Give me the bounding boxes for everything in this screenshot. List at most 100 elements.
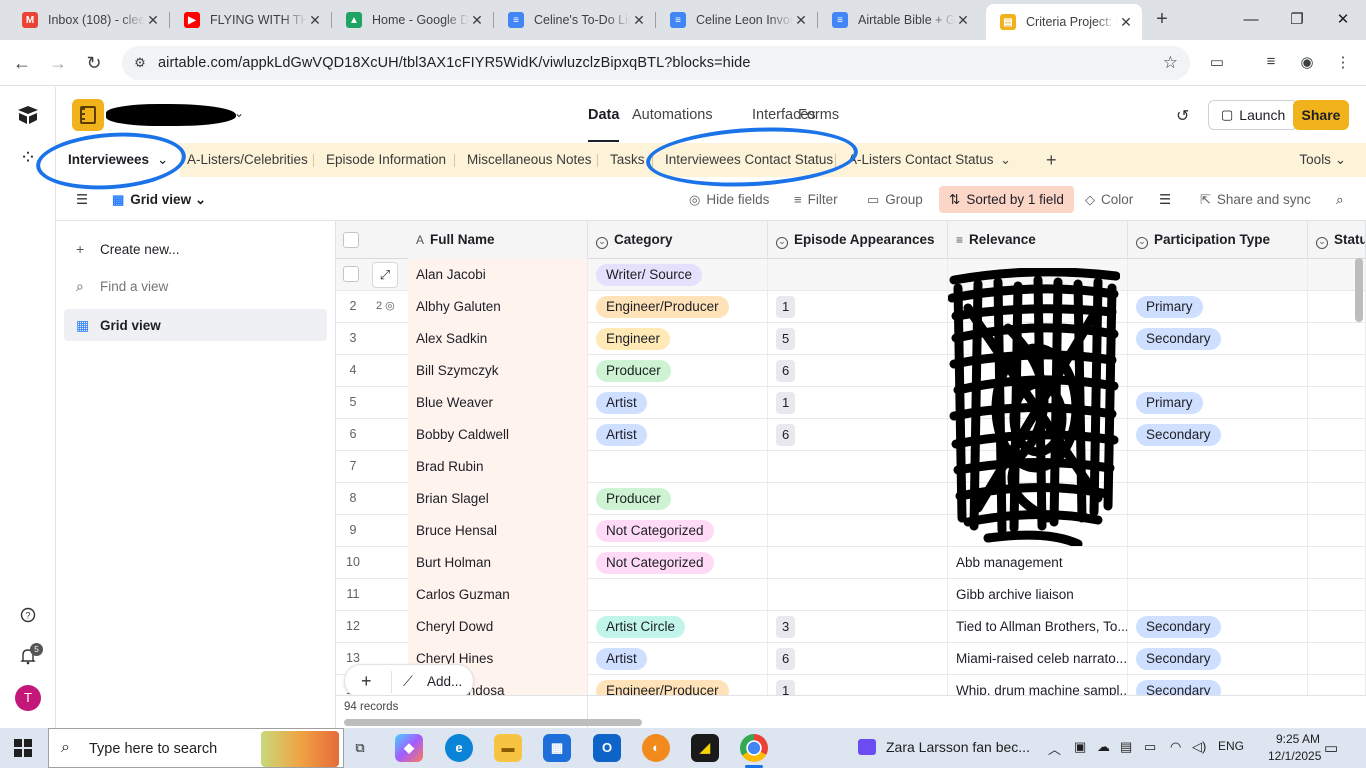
nav-automations[interactable]: Automations (632, 107, 713, 123)
full-name-cell[interactable]: Alan Jacobi (408, 259, 588, 291)
column-header[interactable]: ⌄ Status (1308, 221, 1366, 259)
filter-button[interactable]: ≡ Filter (794, 188, 838, 212)
notification-center-icon[interactable]: ▭ (1324, 739, 1338, 757)
home-icon[interactable] (16, 105, 40, 129)
select-all-checkbox[interactable] (336, 221, 408, 259)
status-cell[interactable] (1308, 387, 1366, 419)
full-name-cell[interactable]: Bruce Hensal (408, 515, 588, 547)
add-record-bar[interactable]: + ⟋ Add... (344, 664, 474, 698)
participation-type-cell[interactable] (1128, 515, 1308, 547)
participation-type-cell[interactable] (1128, 259, 1308, 291)
table-row[interactable]: 12 Cheryl Dowd Artist Circle 3 Tied to Allma… (336, 611, 1366, 643)
cast-icon[interactable]: ▭ (1206, 53, 1228, 75)
table-row[interactable]: 11 Carlos Guzman Gibb archive liaison (336, 579, 1366, 611)
episode-appearances-cell[interactable]: 1 (768, 387, 948, 419)
base-film-icon[interactable] (72, 99, 104, 131)
participation-type-cell[interactable] (1128, 451, 1308, 483)
wifi-icon[interactable]: ◠ (1170, 739, 1181, 755)
relevance-cell[interactable]: Whip, drum machine sampl... (948, 675, 1128, 695)
episode-appearances-cell[interactable] (768, 515, 948, 547)
system-clock[interactable]: 9:25 AM 12/1/2025 (1268, 731, 1321, 765)
onedrive-icon[interactable]: ☁ (1097, 739, 1110, 755)
table-row[interactable]: 3 Alex Sadkin Engineer 5 Secondary (336, 323, 1366, 355)
tray-chevron-up-icon[interactable]: ︿ (1048, 739, 1061, 758)
category-cell[interactable]: Producer (588, 483, 768, 515)
sidebar-toggle-icon[interactable]: ☰ (76, 188, 88, 212)
full-name-cell[interactable]: Carlos Guzman (408, 579, 588, 611)
browser-tab[interactable]: ▶ FLYING WITH THE✕ (170, 0, 331, 40)
address-bar[interactable]: ⚙ airtable.com/appkLdGwVQD18XcUH/tbl3AX1… (122, 46, 1190, 80)
full-name-cell[interactable]: Cheryl Dowd (408, 611, 588, 643)
back-icon[interactable]: ← (10, 51, 34, 75)
table-row[interactable]: 9 Bruce Hensal Not Categorized (336, 515, 1366, 547)
bookmark-star-icon[interactable]: ☆ (1163, 53, 1178, 73)
status-cell[interactable] (1308, 515, 1366, 547)
episode-appearances-cell[interactable] (768, 451, 948, 483)
nav-forms[interactable]: Forms (798, 107, 839, 123)
store-icon[interactable]: ▦ (543, 734, 571, 762)
color-button[interactable]: ◇ Color (1085, 188, 1133, 212)
category-cell[interactable]: Artist (588, 387, 768, 419)
relevance-cell[interactable]: Gibb archive liaison (948, 579, 1128, 611)
group-button[interactable]: ▭ Group (867, 188, 923, 212)
full-name-cell[interactable]: Bill Szymczyk (408, 355, 588, 387)
status-cell[interactable] (1308, 451, 1366, 483)
tray-app-icon[interactable]: ▣ (1074, 739, 1086, 755)
new-tab-button[interactable]: + (1150, 8, 1174, 32)
full-name-cell[interactable]: Bobby Caldwell (408, 419, 588, 451)
tray-screen-icon[interactable]: ▤ (1120, 739, 1132, 755)
category-cell[interactable]: Artist (588, 419, 768, 451)
table-row[interactable]: 13 Cheryl Hines Artist 6 Miami-raised celeb … (336, 643, 1366, 675)
status-cell[interactable] (1308, 323, 1366, 355)
table-row[interactable]: 7 Brad Rubin (336, 451, 1366, 483)
participation-type-cell[interactable]: Primary (1128, 291, 1308, 323)
table-row[interactable]: 8 Brian Slagel Producer (336, 483, 1366, 515)
table-row[interactable]: 14Chris PandosaEngineer/Producer1Whip, d… (336, 675, 1366, 695)
full-name-cell[interactable]: Albhy Galuten (408, 291, 588, 323)
nav-data[interactable]: Data (588, 107, 620, 142)
participation-type-cell[interactable]: Primary (1128, 387, 1308, 419)
expand-record-icon[interactable]: ⤢ (372, 262, 398, 288)
vertical-scrollbar[interactable] (1355, 258, 1363, 322)
column-header[interactable]: ⌄ Category (588, 221, 768, 259)
window-close-icon[interactable]: ✕ (1320, 0, 1366, 40)
status-cell[interactable] (1308, 547, 1366, 579)
launch-button[interactable]: ▢ Launch (1208, 100, 1299, 130)
category-cell[interactable]: Engineer/Producer (588, 675, 768, 695)
tools-menu[interactable]: Tools ⌄ (1299, 143, 1346, 177)
category-cell[interactable]: Producer (588, 355, 768, 387)
participation-type-cell[interactable] (1128, 355, 1308, 387)
share-sync-button[interactable]: ⇱ Share and sync (1200, 188, 1311, 212)
profile-icon[interactable]: ◉ (1296, 53, 1318, 75)
relevance-cell[interactable]: Abb management (948, 547, 1128, 579)
browser-tab[interactable]: ▲ Home - Google Drive✕ (332, 0, 493, 40)
table-row[interactable]: 2 2 ◎ Albhy Galuten Engineer/Producer 1 Prima… (336, 291, 1366, 323)
media-control-icon[interactable]: ≡ (1260, 53, 1282, 75)
table-row[interactable]: ⤢ Alan Jacobi Writer/ Source (336, 259, 1366, 291)
table-tab[interactable]: A-Listers/Celebrities (187, 143, 308, 177)
table-tab[interactable]: Miscellaneous Notes (467, 143, 592, 177)
sort-button[interactable]: ⇅ Sorted by 1 field (939, 186, 1074, 213)
menu-kebab-icon[interactable]: ⋮ (1332, 53, 1354, 75)
view-switcher[interactable]: ▦ Grid view ⌄ (112, 188, 206, 212)
episode-appearances-cell[interactable]: 6 (768, 643, 948, 675)
episode-appearances-cell[interactable]: 6 (768, 419, 948, 451)
table-tab[interactable]: Tasks (610, 143, 645, 177)
episode-appearances-cell[interactable]: 1 (768, 291, 948, 323)
category-cell[interactable]: Writer/ Source (588, 259, 768, 291)
language-indicator[interactable]: ENG (1218, 739, 1244, 753)
copilot-icon[interactable]: ◆ (395, 734, 423, 762)
table-tab[interactable]: Episode Information (326, 143, 446, 177)
category-cell[interactable]: Engineer (588, 323, 768, 355)
close-tab-icon[interactable]: ✕ (631, 12, 647, 29)
outlook-icon[interactable]: O (593, 734, 621, 762)
hide-fields-button[interactable]: ◎ Hide fields (689, 188, 769, 212)
close-tab-icon[interactable]: ✕ (469, 12, 485, 29)
add-table-plus-icon[interactable]: + (1046, 143, 1057, 177)
status-cell[interactable] (1308, 611, 1366, 643)
participation-type-cell[interactable]: Secondary (1128, 611, 1308, 643)
battery-icon[interactable]: ▭ (1144, 739, 1156, 755)
windows-start-icon[interactable] (14, 739, 32, 757)
forward-icon[interactable]: → (46, 51, 70, 75)
browser-tab[interactable]: ≡ Celine Leon Invoice✕ (656, 0, 817, 40)
